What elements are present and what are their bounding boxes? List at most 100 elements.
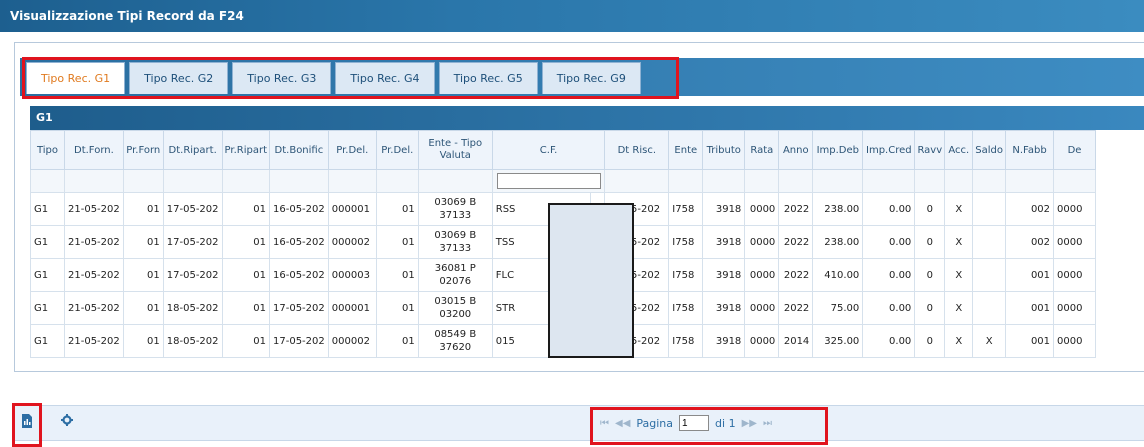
cell: 17-05-202 <box>162 258 223 292</box>
cell: 01 <box>375 258 419 292</box>
cell: X <box>944 258 974 292</box>
cell: 21-05-202 <box>64 192 124 226</box>
col-acc[interactable]: Acc. <box>944 130 974 170</box>
cell: 000001 <box>327 192 377 226</box>
col-tipo[interactable]: Tipo <box>30 130 65 170</box>
cell: 01 <box>375 291 419 325</box>
cell: 0 <box>914 192 946 226</box>
cell: X <box>944 324 974 358</box>
cell: G1 <box>30 225 65 259</box>
col-cf[interactable]: C.F. <box>491 130 606 170</box>
cell: 2014 <box>778 324 814 358</box>
cell: 000003 <box>327 258 377 292</box>
window-title: Visualizzazione Tipi Record da F24 <box>0 0 1144 32</box>
export-excel-icon[interactable] <box>21 414 33 431</box>
cell: 03069 B 37133 <box>417 192 493 226</box>
cell: 01 <box>122 192 164 226</box>
cell: 21-05-202 <box>64 225 124 259</box>
grid-title: G1 <box>30 106 1144 130</box>
col-dt-risc[interactable]: Dt Risc. <box>604 130 670 170</box>
cell: 08549 B 37620 <box>417 324 493 358</box>
cell: 17-05-202 <box>269 291 329 325</box>
cell: 000002 <box>327 324 377 358</box>
cell: 0000 <box>744 258 780 292</box>
cell: 0000 <box>1053 291 1097 325</box>
col-saldo[interactable]: Saldo <box>972 130 1007 170</box>
cell: 2022 <box>778 258 814 292</box>
cell: 410.00 <box>812 258 864 292</box>
col-de[interactable]: De <box>1053 130 1097 170</box>
cell: 000002 <box>327 225 377 259</box>
cell: G1 <box>30 291 65 325</box>
col-imp-deb[interactable]: Imp.Deb <box>812 130 864 170</box>
cell: X <box>944 291 974 325</box>
tabs-highlight <box>22 57 679 99</box>
cf-filter-input[interactable] <box>496 173 601 189</box>
col-pr-forn[interactable]: Pr.Forn <box>122 130 164 170</box>
first-page-icon[interactable]: ⏮ <box>600 418 609 429</box>
cell: 2022 <box>778 291 814 325</box>
cell: 3918 <box>702 225 746 259</box>
col-pr-ripart[interactable]: Pr.Ripart <box>221 130 271 170</box>
grid-header-row: Tipo Dt.Forn. Pr.Forn Dt.Ripart. Pr.Ripa… <box>30 130 1097 170</box>
last-page-icon[interactable]: ⏭ <box>763 418 772 429</box>
cell: 0.00 <box>862 258 916 292</box>
col-pr-del-2[interactable]: Pr.Del. <box>375 130 419 170</box>
cell: 18-05-202 <box>162 291 223 325</box>
cell: 01 <box>122 324 164 358</box>
col-ente[interactable]: Ente <box>668 130 704 170</box>
cell: 01 <box>375 324 419 358</box>
cell: 0 <box>914 324 946 358</box>
col-rata[interactable]: Rata <box>744 130 780 170</box>
cell: 01 <box>221 258 271 292</box>
col-ravv[interactable]: Ravv <box>914 130 946 170</box>
cell: 0.00 <box>862 192 916 226</box>
page-total-label: di 1 <box>715 416 736 430</box>
col-tributo[interactable]: Tributo <box>702 130 746 170</box>
cell: 01 <box>221 192 271 226</box>
cell: 01 <box>122 258 164 292</box>
cell: 001 <box>1005 291 1055 325</box>
cell: I758 <box>668 324 704 358</box>
cell: 01 <box>375 192 419 226</box>
cell: X <box>944 225 974 259</box>
cell: 0000 <box>1053 258 1097 292</box>
col-imp-cred[interactable]: Imp.Cred <box>862 130 916 170</box>
cell: I758 <box>668 192 704 226</box>
cell: 000001 <box>327 291 377 325</box>
next-page-icon[interactable]: ▶▶ <box>742 418 757 429</box>
cell: 002 <box>1005 192 1055 226</box>
cell: 325.00 <box>812 324 864 358</box>
col-ente-tipo-valuta[interactable]: Ente - Tipo Valuta <box>417 130 493 170</box>
cell: G1 <box>30 192 65 226</box>
cell: 0000 <box>1053 192 1097 226</box>
cell: 0000 <box>744 192 780 226</box>
cell: I758 <box>668 258 704 292</box>
cell: X <box>944 192 974 226</box>
cell: 0.00 <box>862 225 916 259</box>
cell: 01 <box>221 291 271 325</box>
filter-row <box>30 169 1097 193</box>
col-dt-ripart[interactable]: Dt.Ripart. <box>162 130 223 170</box>
cell: 01 <box>122 291 164 325</box>
cell: 75.00 <box>812 291 864 325</box>
cf-redaction-box <box>548 203 634 358</box>
cell: 01 <box>221 225 271 259</box>
cell <box>972 291 1007 325</box>
gear-icon[interactable] <box>61 414 73 429</box>
col-anno[interactable]: Anno <box>778 130 814 170</box>
prev-page-icon[interactable]: ◀◀ <box>615 418 630 429</box>
col-pr-del-1[interactable]: Pr.Del. <box>327 130 377 170</box>
cell: 16-05-202 <box>269 192 329 226</box>
cell: 03015 B 03200 <box>417 291 493 325</box>
cell: G1 <box>30 258 65 292</box>
cell: I758 <box>668 225 704 259</box>
page-number-input[interactable] <box>679 415 710 431</box>
cell: 3918 <box>702 192 746 226</box>
cell: X <box>972 324 1007 358</box>
cell: 002 <box>1005 225 1055 259</box>
col-dt-forn[interactable]: Dt.Forn. <box>64 130 124 170</box>
col-dt-bonific[interactable]: Dt.Bonific <box>269 130 329 170</box>
cell <box>972 258 1007 292</box>
col-n-fabb[interactable]: N.Fabb <box>1005 130 1055 170</box>
